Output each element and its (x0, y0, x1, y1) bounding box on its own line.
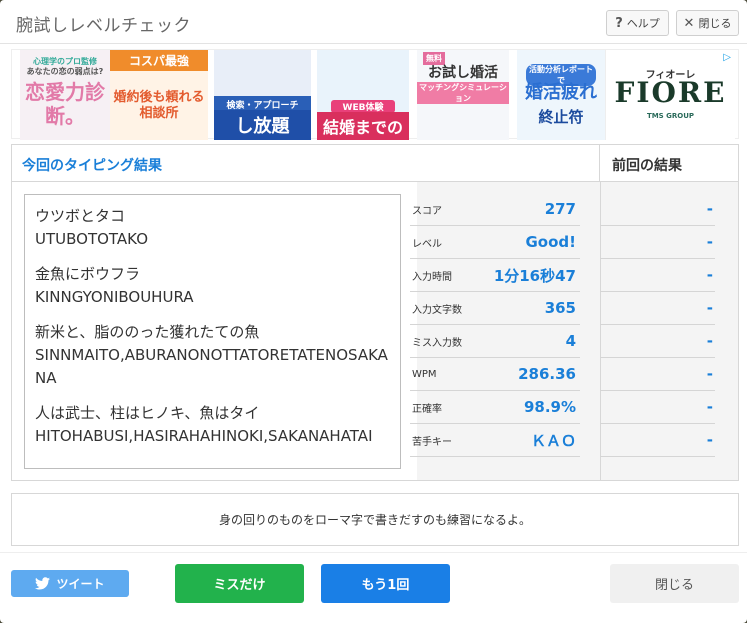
stat-row-level: レベル Good! (410, 226, 580, 259)
stat-value: 1分16秒47 (493, 266, 576, 285)
stat-label: スコア (412, 205, 442, 217)
stat-label: ミス入力数 (412, 337, 462, 349)
current-results-title: 今回のタイピング結果 (22, 158, 162, 174)
ad-text: 婚約後も頼れる相談所 (113, 90, 205, 121)
stat-value: Good! (525, 233, 576, 251)
title-bar: 腕試しレベルチェック ? ヘルプ ✕ 閉じる (0, 0, 747, 44)
prev-row-wpm: - (600, 358, 715, 391)
ad-text: お試し婚活 (428, 65, 498, 81)
typed-pair: 金魚にボウフラ KINNGYONIBOUHURA (35, 263, 390, 309)
prev-value: - (706, 200, 713, 218)
ad-fiore[interactable]: フィオーレ FIORE TMS GROUP ▷ (605, 50, 735, 140)
prev-row-chars: - (600, 292, 715, 325)
prev-row-level: - (600, 226, 715, 259)
twitter-bird-icon (35, 577, 51, 590)
prev-value: - (706, 266, 713, 284)
close-button[interactable]: 閉じる (610, 564, 739, 603)
stat-value: ＫＡＯ (530, 431, 576, 450)
close-top-label: 閉じる (698, 17, 732, 30)
typed-text-box[interactable]: ウツボとタコ UTUBOTOTAKO 金魚にボウフラ KINNGYONIBOUH… (24, 194, 401, 469)
typed-romaji: SINNMAITO,ABURANONOTTATORETATENOSAKANA (35, 346, 388, 387)
ad-text: 終止符 (538, 108, 584, 126)
miss-only-button[interactable]: ミスだけ (175, 564, 304, 603)
typed-japanese: ウツボとタコ (35, 207, 126, 225)
typed-japanese: 新米と、脂ののった獲れたての魚 (35, 323, 260, 341)
adchoices-icon[interactable]: ▷ (723, 52, 731, 63)
stat-row-score: スコア 277 (410, 193, 580, 226)
prev-value: - (706, 431, 713, 449)
ad-banner[interactable]: 心理学のプロ監修 あなたの恋の弱点は? 恋愛力診断。 コスパ最強 婚約後も頼れる… (11, 49, 739, 140)
prev-row-weak-keys: - (600, 424, 715, 457)
prev-row-misses: - (600, 325, 715, 358)
prev-value: - (706, 332, 713, 350)
ad-text: あなたの恋の弱点は? (26, 67, 104, 76)
help-button[interactable]: ? ヘルプ (606, 10, 669, 36)
stat-row-time: 入力時間 1分16秒47 (410, 259, 580, 292)
stat-label: 入力文字数 (412, 304, 462, 316)
ad-agency[interactable]: コスパ最強 婚約後も頼れる相談所 (110, 50, 208, 140)
stat-value: 365 (544, 299, 576, 317)
footer-divider (0, 552, 747, 553)
ad-search[interactable]: 検索・アプローチ し放題 (214, 50, 311, 140)
retry-button[interactable]: もう1回 (321, 564, 450, 603)
typed-japanese: 金魚にボウフラ (35, 265, 141, 283)
ad-web-experience[interactable]: WEB体験 結婚までの流れ (317, 50, 409, 140)
ad-text: マッチングシミュレーション (417, 82, 509, 104)
dialog-title: 腕試しレベルチェック (16, 16, 191, 36)
tweet-label: ツイート (56, 577, 105, 591)
stat-label: 正確率 (412, 403, 442, 415)
ad-text: 恋愛力診断。 (25, 80, 105, 128)
ad-trial[interactable]: 無料 お試し婚活 マッチングシミュレーション (417, 50, 509, 140)
ad-text: TMS GROUP (646, 112, 695, 120)
help-label: ヘルプ (626, 17, 660, 30)
typed-romaji: HITOHABUSI,HASIRAHAHINOKI,SAKANAHATAI (35, 427, 373, 445)
question-icon: ? (615, 15, 623, 31)
stat-label: WPM (412, 368, 437, 380)
stat-label: 入力時間 (412, 271, 452, 283)
stat-row-accuracy: 正確率 98.9% (410, 391, 580, 424)
ad-text: 結婚までの流れ (317, 112, 409, 140)
stat-row-wpm: WPM 286.36 (410, 358, 580, 391)
stat-value: 277 (544, 200, 576, 218)
stat-row-chars: 入力文字数 365 (410, 292, 580, 325)
ad-text: し放題 (214, 110, 311, 140)
prev-value: - (706, 299, 713, 317)
prev-row-time: - (600, 259, 715, 292)
prev-row-accuracy: - (600, 391, 715, 424)
tip-message: 身の回りのものをローマ字で書きだすのも練習になるよ。 (11, 493, 739, 546)
ad-logo-text: FIORE (614, 76, 727, 109)
stat-row-misses: ミス入力数 4 (410, 325, 580, 358)
prev-value: - (706, 365, 713, 383)
prev-value: - (706, 398, 713, 416)
result-dialog: 腕試しレベルチェック ? ヘルプ ✕ 閉じる 心理学のプロ監修 あなたの恋の弱点… (0, 0, 747, 623)
stat-label: レベル (412, 238, 442, 250)
typed-romaji: UTUBOTOTAKO (35, 230, 149, 248)
stat-row-weak-keys: 苦手キー ＫＡＯ (410, 424, 580, 457)
close-top-button[interactable]: ✕ 閉じる (676, 10, 739, 36)
current-results-header: 今回のタイピング結果 (12, 145, 600, 182)
typed-pair: 新米と、脂ののった獲れたての魚 SINNMAITO,ABURANONOTTATO… (35, 321, 390, 390)
stat-value: 98.9% (523, 398, 576, 416)
stat-label: 苦手キー (412, 436, 452, 448)
tweet-button[interactable]: ツイート (11, 570, 129, 597)
stat-value: 286.36 (518, 365, 576, 383)
prev-row-score: - (600, 193, 715, 226)
stat-value: 4 (565, 332, 576, 350)
ad-text: コスパ最強 (110, 50, 208, 71)
typed-romaji: KINNGYONIBOUHURA (35, 288, 194, 306)
ad-love-diagnosis[interactable]: 心理学のプロ監修 あなたの恋の弱点は? 恋愛力診断。 (20, 50, 110, 140)
ad-report[interactable]: 活動分析レポートで 婚活疲れ 終止符 (517, 50, 605, 140)
typed-pair: 人は武士、柱はヒノキ、魚はタイ HITOHABUSI,HASIRAHAHINOK… (35, 402, 390, 448)
previous-results-header: 前回の結果 (600, 145, 738, 182)
ad-text: 婚活疲れ (525, 82, 597, 103)
close-icon: ✕ (683, 15, 695, 31)
prev-value: - (706, 233, 713, 251)
typed-japanese: 人は武士、柱はヒノキ、魚はタイ (35, 404, 260, 422)
typed-pair: ウツボとタコ UTUBOTOTAKO (35, 205, 390, 251)
previous-results-title: 前回の結果 (612, 158, 682, 174)
